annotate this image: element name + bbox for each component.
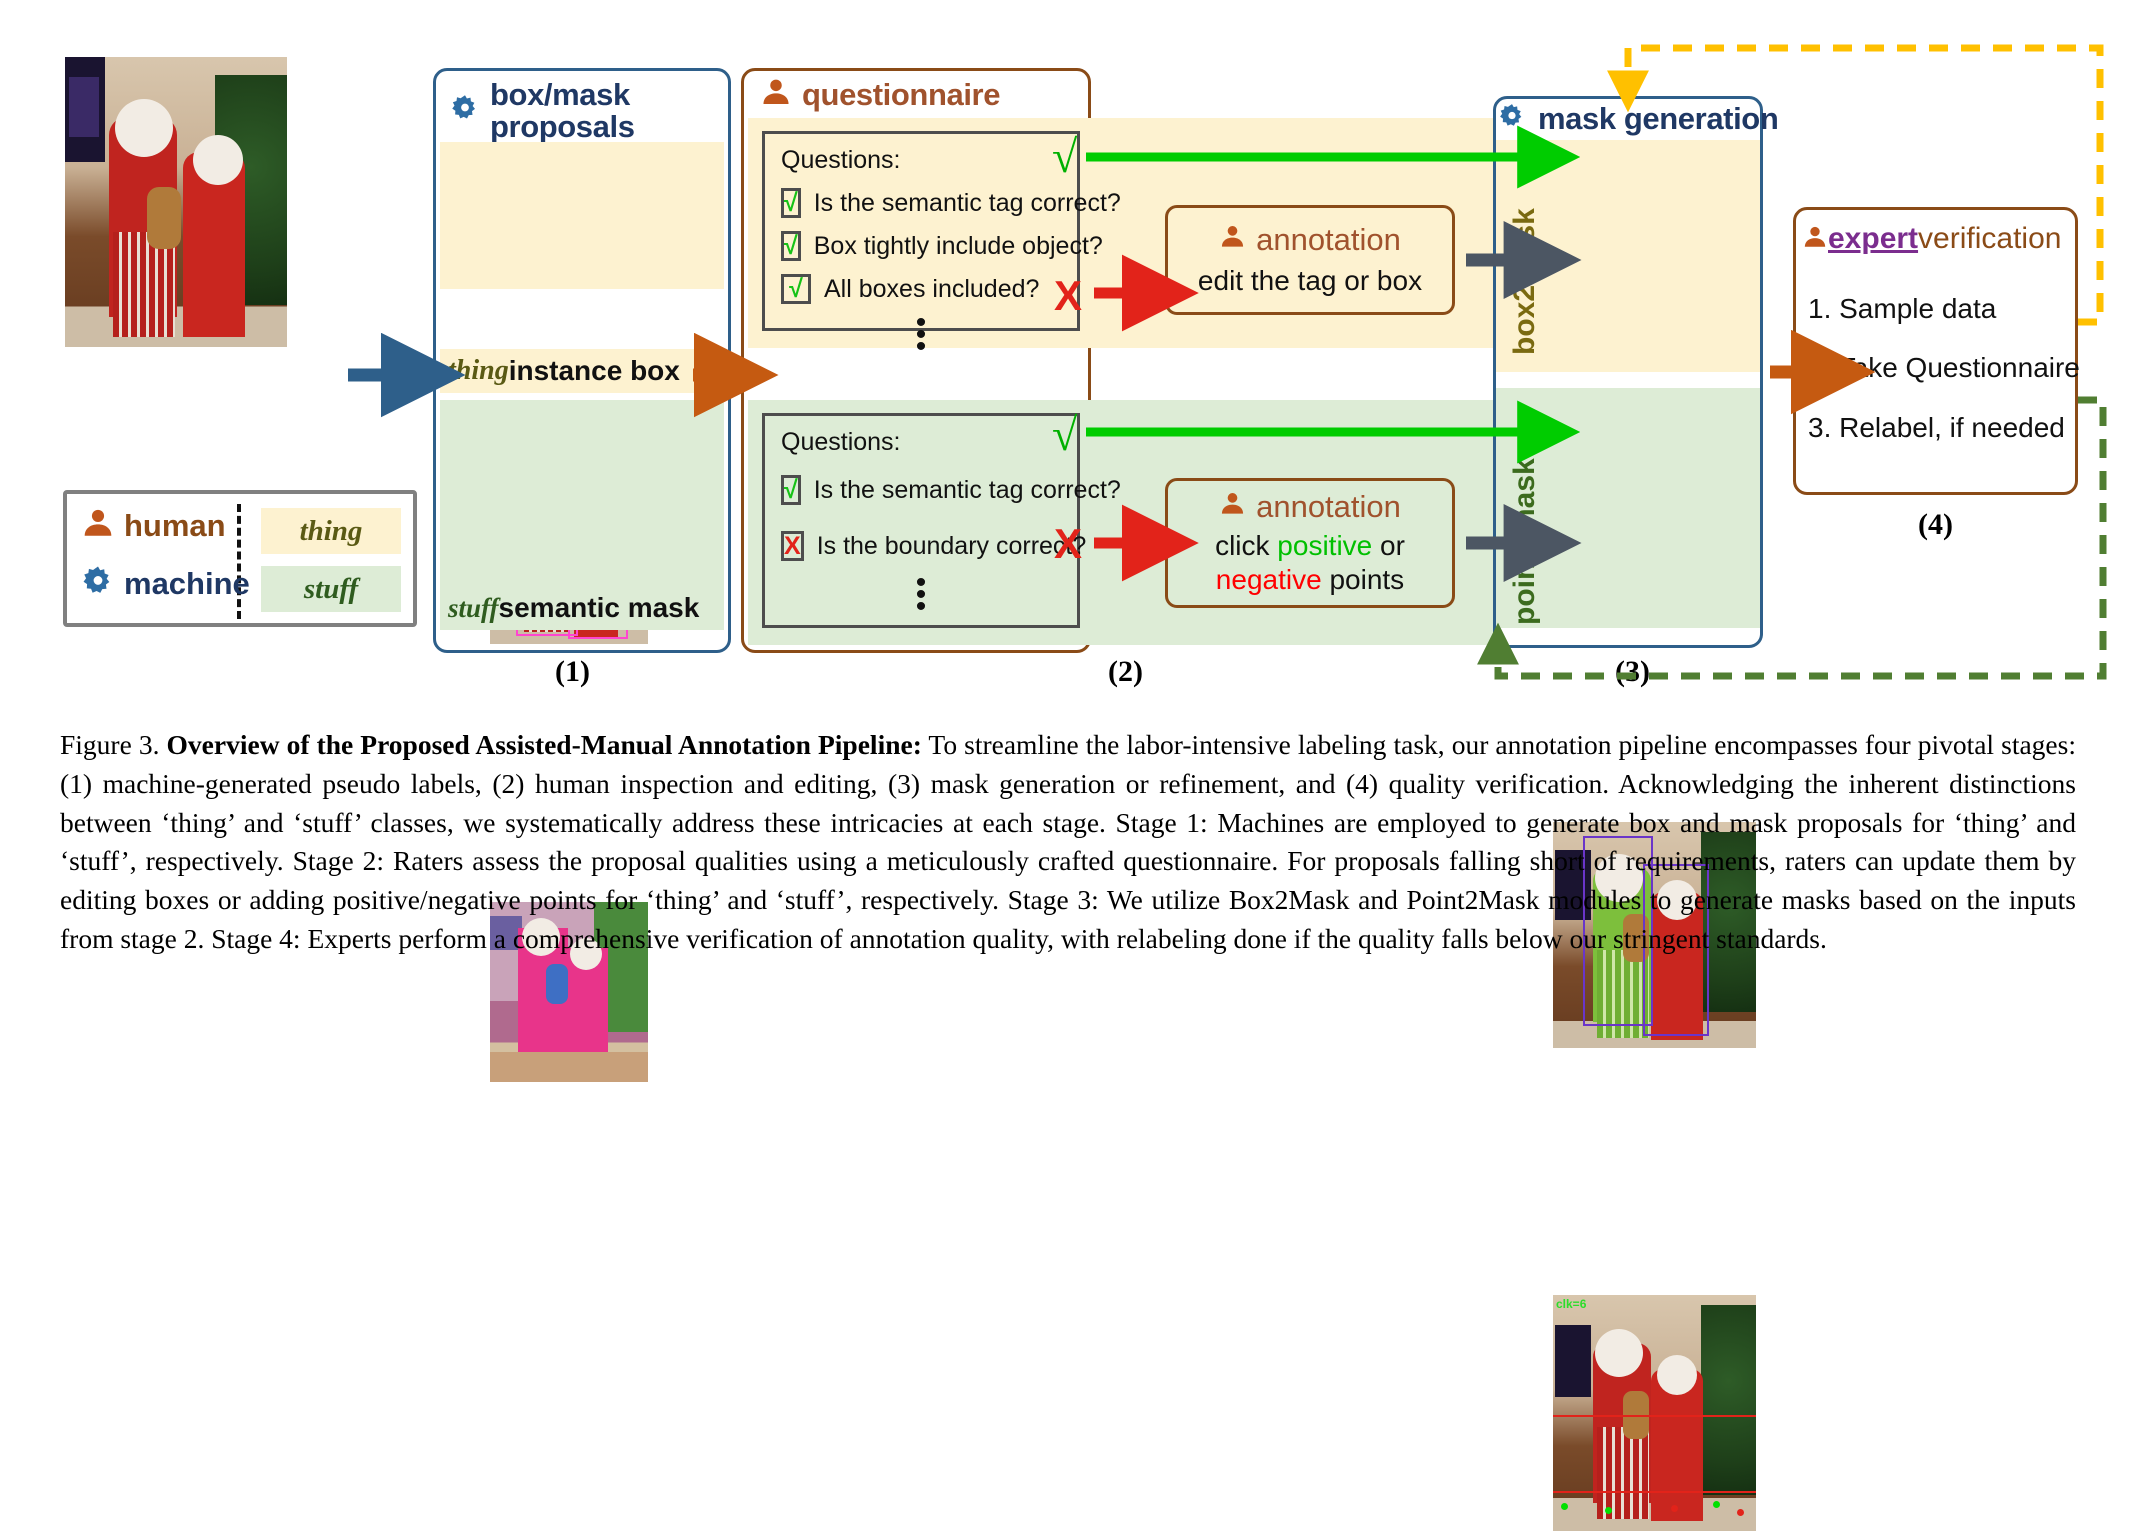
figure-label: Figure 3. [60, 729, 167, 760]
figure-caption: Figure 3. Overview of the Proposed Assis… [60, 726, 2076, 959]
click-count-label: clk=6 [1556, 1297, 1587, 1311]
figure-body: To streamline the labor-intensive labeli… [60, 729, 2076, 954]
feedback-loop-yellow [1607, 44, 2104, 326]
feedback-loop-green [1477, 396, 2107, 680]
figure-title: Overview of the Proposed Assisted-Manual… [166, 729, 922, 760]
stage3-point2mask-photo: clk=6 [1553, 1295, 1756, 1531]
connectors [348, 44, 2107, 680]
